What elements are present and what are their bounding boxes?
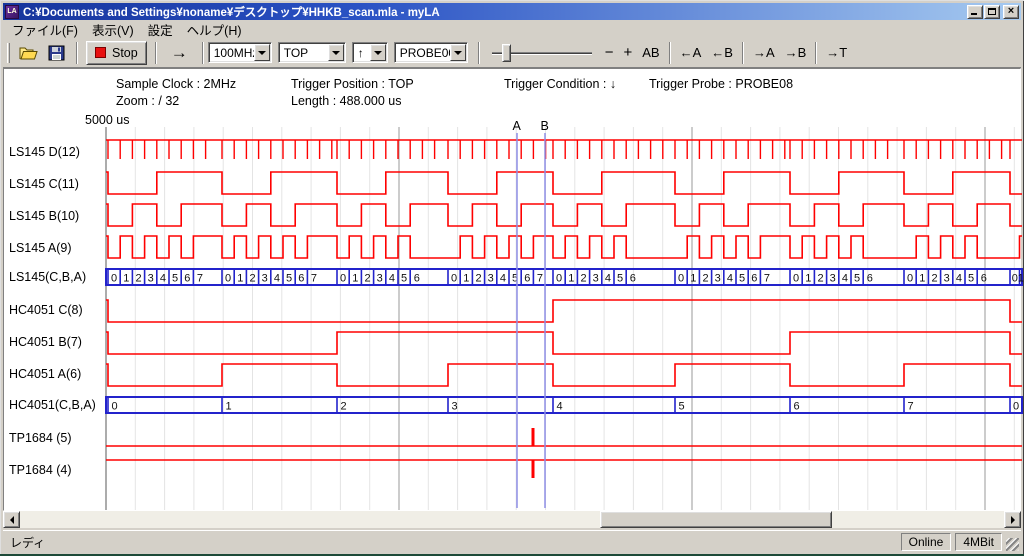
- trigger-position-select[interactable]: TOP: [278, 42, 346, 63]
- trigger-position-info: Trigger Position : TOP: [291, 77, 414, 91]
- horizontal-scrollbar[interactable]: [3, 511, 1021, 528]
- app-icon: LA: [5, 5, 19, 19]
- trigger-probe-value: PROBE00: [395, 46, 450, 60]
- toolbar-separator: [478, 42, 480, 64]
- trigger-condition-info: Trigger Condition : ↓: [504, 77, 616, 91]
- title-bar: LA C:¥Documents and Settings¥noname¥デスクト…: [3, 3, 1021, 20]
- scroll-left-button[interactable]: [3, 511, 20, 528]
- goto-b-left-button[interactable]: ←B: [706, 43, 738, 62]
- stop-button[interactable]: Stop: [86, 41, 147, 65]
- memory-indicator: 4MBit: [955, 533, 1002, 551]
- arrow-right-icon: [1011, 516, 1015, 524]
- toolbar-separator: [742, 42, 744, 64]
- toolbar-separator: [202, 42, 204, 64]
- run-button[interactable]: →: [161, 43, 198, 63]
- time-scale-label: 5000 us: [85, 113, 129, 127]
- toolbar-separator: [815, 42, 817, 64]
- menu-file[interactable]: ファイル(F): [5, 19, 85, 40]
- sample-clock-value: 100MHz: [209, 46, 254, 60]
- length-info: Length : 488.000 us: [291, 94, 402, 108]
- menu-bar: ファイル(F) 表示(V) 設定 ヘルプ(H): [3, 20, 1021, 38]
- online-indicator: Online: [901, 533, 952, 551]
- toolbar: Stop → 100MHz TOP ↑ PROBE00 − + AB ←A: [3, 38, 1021, 68]
- scroll-right-button[interactable]: [1004, 511, 1021, 528]
- scrollbar-thumb[interactable]: [600, 511, 832, 528]
- goto-trigger-button[interactable]: →T: [821, 43, 852, 62]
- waveform-panel: Sample Clock : 2MHz Trigger Position : T…: [3, 68, 1021, 511]
- resize-grip[interactable]: [1006, 538, 1019, 551]
- maximize-icon: [988, 8, 996, 15]
- window-title: C:¥Documents and Settings¥noname¥デスクトップ¥…: [23, 4, 966, 20]
- maximize-button[interactable]: [984, 5, 1000, 19]
- sample-clock-select[interactable]: 100MHz: [208, 42, 272, 63]
- goto-b-right-button[interactable]: →B: [780, 43, 812, 62]
- trigger-edge-value: ↑: [353, 46, 370, 60]
- toolbar-separator: [155, 42, 157, 64]
- toolbar-separator: [669, 42, 671, 64]
- goto-a-right-button[interactable]: →A: [748, 43, 780, 62]
- trigger-probe-select[interactable]: PROBE00: [394, 42, 468, 63]
- arrow-left-icon: [10, 516, 14, 524]
- window-controls: ×: [966, 5, 1019, 19]
- open-button[interactable]: [16, 41, 42, 65]
- zoom-info: Zoom : / 32: [116, 94, 179, 108]
- ab-button[interactable]: AB: [637, 43, 664, 62]
- stop-label: Stop: [112, 46, 138, 60]
- trigger-edge-select[interactable]: ↑: [352, 42, 388, 63]
- chevron-down-icon[interactable]: [328, 44, 344, 61]
- menu-help[interactable]: ヘルプ(H): [180, 19, 249, 40]
- zoom-slider-thumb[interactable]: [502, 44, 511, 62]
- zoom-in-button[interactable]: +: [618, 42, 637, 63]
- status-bar: レディ Online 4MBit: [3, 530, 1021, 553]
- chevron-down-icon[interactable]: [370, 44, 386, 61]
- menu-settings[interactable]: 設定: [141, 19, 180, 40]
- status-message: レディ: [10, 534, 897, 551]
- minimize-button[interactable]: [967, 5, 983, 19]
- menu-view[interactable]: 表示(V): [85, 19, 141, 40]
- chevron-down-icon[interactable]: [254, 44, 270, 61]
- zoom-slider[interactable]: [490, 42, 594, 64]
- save-button[interactable]: [44, 41, 70, 65]
- zoom-out-button[interactable]: −: [600, 42, 619, 63]
- chevron-down-icon[interactable]: [450, 44, 466, 61]
- close-button[interactable]: ×: [1003, 5, 1019, 19]
- floppy-disk-icon: [48, 45, 66, 61]
- goto-a-left-button[interactable]: ←A: [675, 43, 707, 62]
- toolbar-separator: [76, 42, 78, 64]
- sample-clock-info: Sample Clock : 2MHz: [116, 77, 236, 91]
- trigger-position-value: TOP: [279, 46, 328, 60]
- stop-icon: [95, 47, 106, 58]
- open-folder-icon: [19, 45, 39, 61]
- trigger-probe-info: Trigger Probe : PROBE08: [649, 77, 793, 91]
- app-window: LA C:¥Documents and Settings¥noname¥デスクト…: [0, 0, 1024, 556]
- close-icon: ×: [1004, 5, 1018, 17]
- minimize-icon: [971, 13, 977, 15]
- toolbar-grip: [7, 43, 10, 63]
